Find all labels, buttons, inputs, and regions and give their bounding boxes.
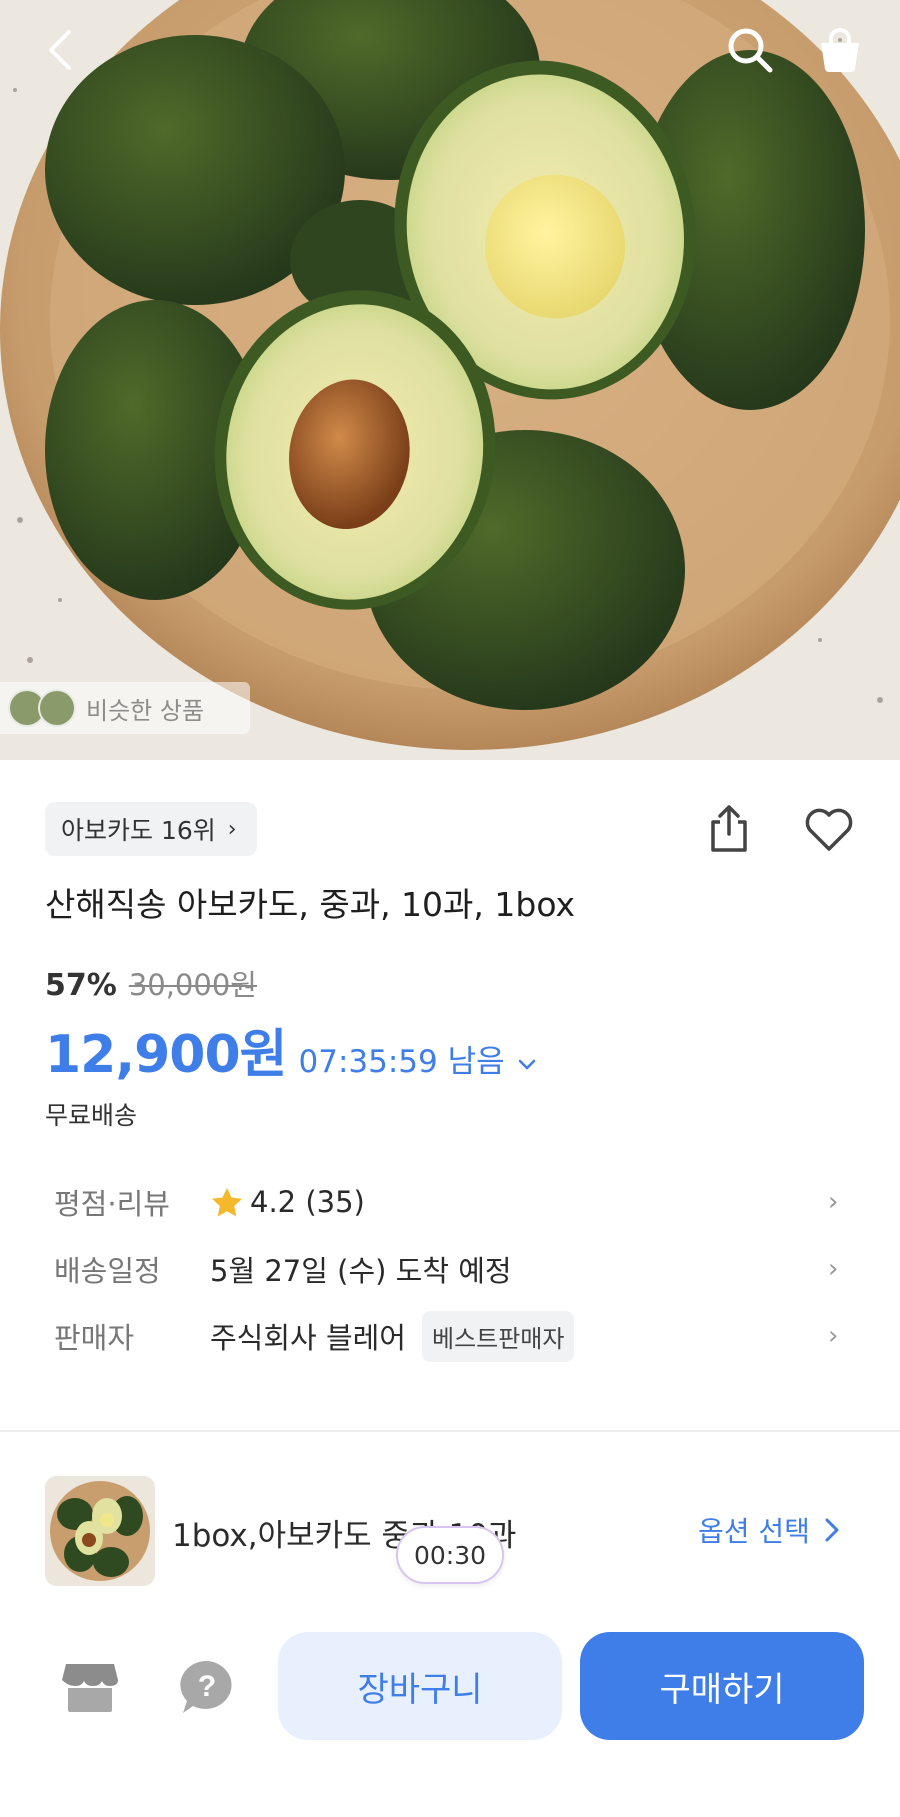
star-icon — [212, 1188, 242, 1217]
inquiry-button[interactable]: ? — [172, 1652, 242, 1722]
wishlist-button[interactable] — [800, 800, 858, 858]
free-shipping-label: 무료배송 — [45, 1101, 138, 1130]
svg-text:?: ? — [198, 1670, 216, 1703]
option-select-button[interactable]: 옵션 선택 — [698, 1510, 840, 1550]
heart-icon — [805, 808, 853, 851]
category-rank-chip[interactable]: 아보카도 16위 › — [45, 802, 257, 856]
seller-name: 주식회사 블레어 — [210, 1321, 406, 1355]
search-icon — [728, 28, 773, 73]
question-bubble-icon: ? — [180, 1660, 232, 1713]
discount-row: 57% 30,000원 — [45, 962, 257, 1004]
product-image[interactable]: 비슷한 상품 — [0, 0, 900, 760]
chevron-right-icon: › — [828, 1321, 839, 1351]
option-thumbnail — [45, 1476, 155, 1586]
buy-now-button[interactable]: 구매하기 — [580, 1632, 864, 1740]
best-seller-badge: 베스트판매자 — [421, 1310, 575, 1362]
price-row: 12,900원 07:35:59 남음 — [45, 1012, 537, 1087]
seller-key: 판매자 — [54, 1321, 135, 1355]
floating-timer-pill[interactable]: 00:30 — [396, 1526, 504, 1584]
chevron-left-icon — [49, 30, 71, 70]
store-icon — [62, 1664, 118, 1712]
rank-label: 아보카도 16위 — [61, 816, 216, 845]
rating-value: 4.2 (35) — [250, 1185, 365, 1219]
share-button[interactable] — [700, 800, 758, 858]
product-title: 산해직송 아보카도, 중과, 10과, 1box — [45, 885, 576, 924]
option-avocado-image — [45, 1476, 155, 1586]
shopping-bag-icon — [821, 28, 859, 72]
delivery-row[interactable]: 배송일정 5월 27일 (수) 도착 예정 › — [0, 1241, 900, 1297]
delivery-key: 배송일정 — [54, 1254, 161, 1288]
sale-price: 12,900원 — [45, 1025, 288, 1085]
discount-rate: 57% — [45, 968, 117, 1003]
avocado-photo — [0, 0, 900, 760]
chevron-right-icon — [825, 1518, 839, 1542]
seller-row[interactable]: 판매자 주식회사 블레어 베스트판매자 › — [0, 1308, 900, 1364]
rating-review-row[interactable]: 평점·리뷰 4.2 (35) › — [0, 1174, 900, 1230]
similar-label: 비슷한 상품 — [86, 696, 205, 725]
similar-thumb — [38, 689, 76, 727]
chevron-right-icon: › — [227, 816, 237, 842]
chevron-right-icon: › — [828, 1254, 839, 1284]
chevron-right-icon: › — [828, 1187, 839, 1217]
delivery-value: 5월 27일 (수) 도착 예정 — [210, 1254, 512, 1288]
share-icon — [711, 805, 747, 852]
deal-timer[interactable]: 07:35:59 남음 — [299, 1036, 505, 1081]
search-button[interactable] — [718, 18, 782, 82]
rating-key: 평점·리뷰 — [54, 1187, 170, 1221]
seller-value-group: 주식회사 블레어 베스트판매자 — [210, 1310, 575, 1362]
option-select-label: 옵션 선택 — [698, 1515, 810, 1548]
back-button[interactable] — [28, 18, 92, 82]
store-button[interactable] — [55, 1652, 125, 1722]
add-to-cart-button[interactable]: 장바구니 — [278, 1632, 562, 1740]
similar-products-chip[interactable]: 비슷한 상품 — [0, 682, 250, 734]
rating-value-group: 4.2 (35) — [210, 1185, 365, 1219]
original-price: 30,000원 — [128, 968, 257, 1002]
section-divider — [0, 1430, 900, 1432]
chevron-down-icon[interactable] — [517, 1058, 537, 1072]
similar-thumbnails — [8, 689, 76, 727]
cart-icon-button[interactable] — [808, 18, 872, 82]
